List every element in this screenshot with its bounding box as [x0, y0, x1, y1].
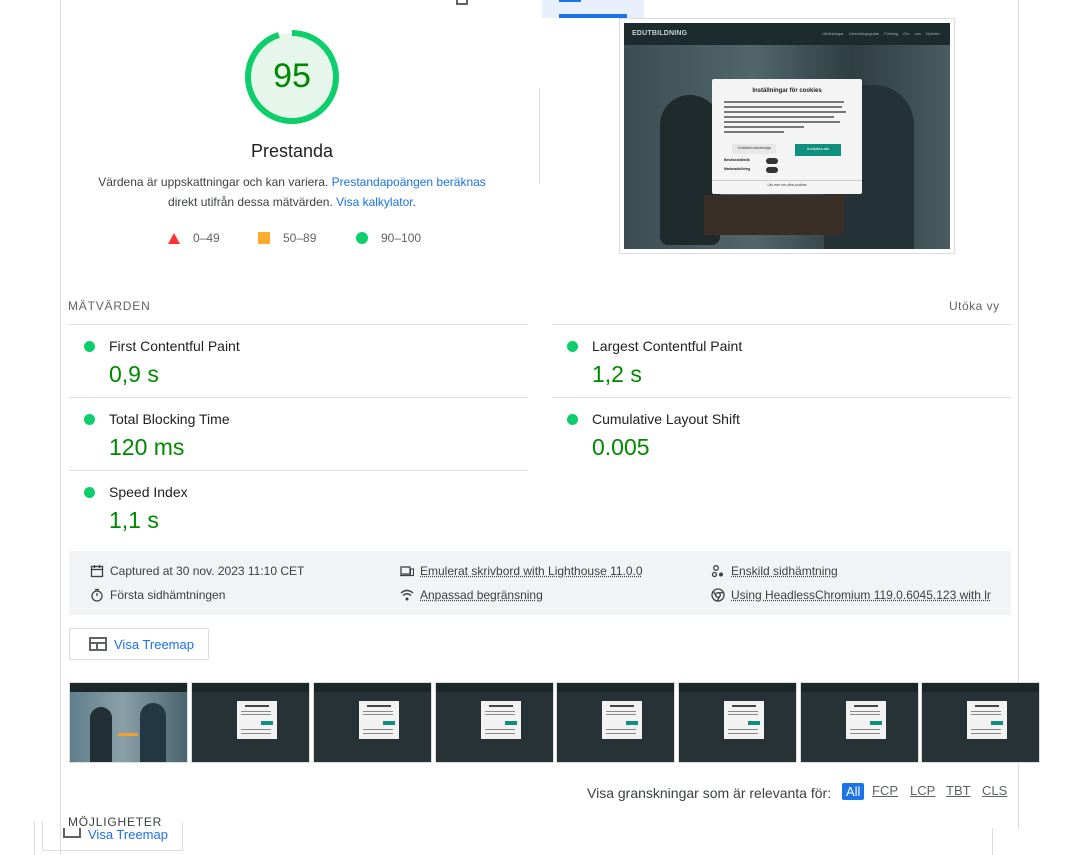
metric-lcp: Largest Contentful Paint 1,2 s: [552, 324, 1011, 397]
description-period: .: [412, 195, 416, 209]
devices-icon: [400, 566, 414, 577]
pass-circle-icon: [567, 414, 578, 425]
description-text-2: direkt utifrån dessa mätvärden.: [168, 195, 337, 209]
session-text[interactable]: Enskild sidhämtning: [731, 564, 838, 578]
metric-cls: Cumulative Layout Shift 0.005: [552, 397, 1011, 470]
legend-fail: 0–49: [168, 231, 220, 245]
pass-circle-icon: [84, 414, 95, 425]
chrome-icon: [711, 588, 725, 602]
emulation-text[interactable]: Emulerat skrivbord with Lighthouse 11.0.…: [420, 564, 643, 578]
metric-value: 1,2 s: [592, 361, 642, 387]
legend-average: 50–89: [258, 231, 316, 245]
metrics-section-label: MÄTVÄRDEN: [68, 299, 151, 313]
browser-info[interactable]: Using HeadlessChromium 119.0.6045.123 wi…: [711, 588, 991, 602]
filter-chip-all[interactable]: All: [842, 783, 865, 800]
session-info[interactable]: Enskild sidhämtning: [711, 564, 838, 578]
cookie-toggle-label: Besöksstatistik: [724, 158, 750, 162]
filmstrip-frame: [800, 682, 919, 763]
filter-chip-fcp[interactable]: FCP: [872, 783, 898, 798]
treemap-icon: [63, 828, 81, 838]
square-icon: [258, 232, 270, 244]
cookie-dialog: Inställningar för cookies Godkänd nödvän…: [712, 79, 862, 194]
runtime-info-panel: Captured at 30 nov. 2023 11:10 CET Emule…: [69, 551, 1011, 615]
performance-score: 95: [273, 57, 311, 95]
legend-range: 90–100: [381, 231, 422, 245]
toggle-icon: [766, 158, 778, 164]
description-text: Värdena är uppskattningar och kan varier…: [98, 175, 332, 189]
timer-icon: [91, 588, 103, 602]
cookie-footer-link: Läs mer om våra cookies: [767, 183, 807, 187]
view-treemap-label: Visa Treemap: [114, 636, 194, 652]
cookie-necessary-button: Godkänd nödvändiga: [732, 144, 776, 154]
emulation-info[interactable]: Emulerat skrivbord with Lighthouse 11.0.…: [400, 564, 643, 578]
site-logo: EDUTBILDNING: [632, 30, 688, 37]
performance-title: Prestanda: [250, 141, 334, 161]
final-screenshot[interactable]: EDUTBILDNING Utbildningar Utvecklingsgui…: [619, 18, 955, 254]
calendar-icon: [90, 565, 104, 578]
circle-icon: [356, 232, 368, 244]
browser-text[interactable]: Using HeadlessChromium 119.0.6045.123 wi…: [731, 588, 991, 602]
metric-fcp: First Contentful Paint 0,9 s: [69, 324, 528, 397]
metric-value: 1,1 s: [109, 507, 159, 533]
legend-range: 0–49: [193, 231, 220, 245]
pass-circle-icon: [84, 341, 95, 352]
filter-chip-tbt[interactable]: TBT: [946, 783, 971, 798]
metric-tbt: Total Blocking Time 120 ms: [69, 397, 528, 470]
metric-name: Cumulative Layout Shift: [592, 411, 740, 427]
toggle-icon: [766, 167, 778, 173]
site-menu: Utbildningar Utvecklingsguide Företag Om…: [822, 31, 940, 36]
filmstrip-frame: [191, 682, 310, 763]
metric-name: Speed Index: [109, 484, 188, 500]
panel-border-left: [60, 0, 61, 855]
throttling-info[interactable]: Anpassad begränsning: [400, 588, 543, 602]
metric-value: 0.005: [592, 434, 650, 460]
filmstrip-frame: [678, 682, 797, 763]
legend-pass: 90–100: [356, 231, 421, 245]
captured-text: Captured at 30 nov. 2023 11:10 CET: [110, 564, 305, 578]
wifi-icon: [400, 589, 414, 601]
first-load-info: Första sidhämtningen: [90, 588, 225, 602]
treemap-icon: [89, 637, 107, 651]
score-calculation-link[interactable]: Prestandapoängen beräknas: [332, 175, 486, 189]
metric-name: Largest Contentful Paint: [592, 338, 743, 354]
vertical-divider: [539, 88, 540, 184]
metric-si: Speed Index 1,1 s: [69, 470, 528, 543]
pass-circle-icon: [567, 341, 578, 352]
filmstrip-frame: [435, 682, 554, 763]
calculator-link[interactable]: Visa kalkylator: [336, 195, 412, 209]
captured-info: Captured at 30 nov. 2023 11:10 CET: [90, 564, 304, 578]
metric-name: Total Blocking Time: [109, 411, 230, 427]
metric-name: First Contentful Paint: [109, 338, 240, 354]
metric-value: 120 ms: [109, 434, 185, 460]
filmstrip-frame: [556, 682, 675, 763]
metric-value: 0,9 s: [109, 361, 159, 387]
legend-range: 50–89: [283, 231, 317, 245]
view-treemap-button[interactable]: Visa Treemap: [69, 628, 209, 660]
cookie-title: Inställningar för cookies: [752, 88, 822, 94]
expand-view-toggle[interactable]: Utöka vy: [949, 299, 1000, 313]
filmstrip-frame: [313, 682, 432, 763]
ghost-border-right: [992, 828, 993, 855]
filter-chip-lcp[interactable]: LCP: [910, 783, 935, 798]
first-load-text: Första sidhämtningen: [110, 588, 226, 602]
cookie-accept-button: Acceptera alla: [795, 144, 841, 156]
triangle-icon: [168, 232, 180, 244]
score-description: Värdena är uppskattningar och kan varier…: [82, 172, 502, 212]
ghost-border-left: [34, 822, 35, 855]
opportunities-section-label: MÖJLIGHETER: [68, 815, 163, 829]
ghost-treemap-label[interactable]: Visa Treemap: [88, 827, 168, 842]
audit-filter-label: Visa granskningar som är relevanta för:: [587, 785, 832, 801]
filmstrip-frame: [921, 682, 1040, 763]
throttling-text[interactable]: Anpassad begränsning: [420, 588, 543, 602]
single-load-icon: [711, 565, 723, 578]
pass-circle-icon: [84, 487, 95, 498]
site-navbar: EDUTBILDNING Utbildningar Utvecklingsgui…: [624, 23, 950, 45]
filmstrip-frame: [69, 682, 188, 763]
clipboard-icon[interactable]: [456, 0, 468, 5]
cookie-toggle-label: Marknadsföring: [724, 167, 751, 171]
tab-desktop[interactable]: [542, 0, 644, 18]
filter-chip-cls[interactable]: CLS: [982, 783, 1007, 798]
